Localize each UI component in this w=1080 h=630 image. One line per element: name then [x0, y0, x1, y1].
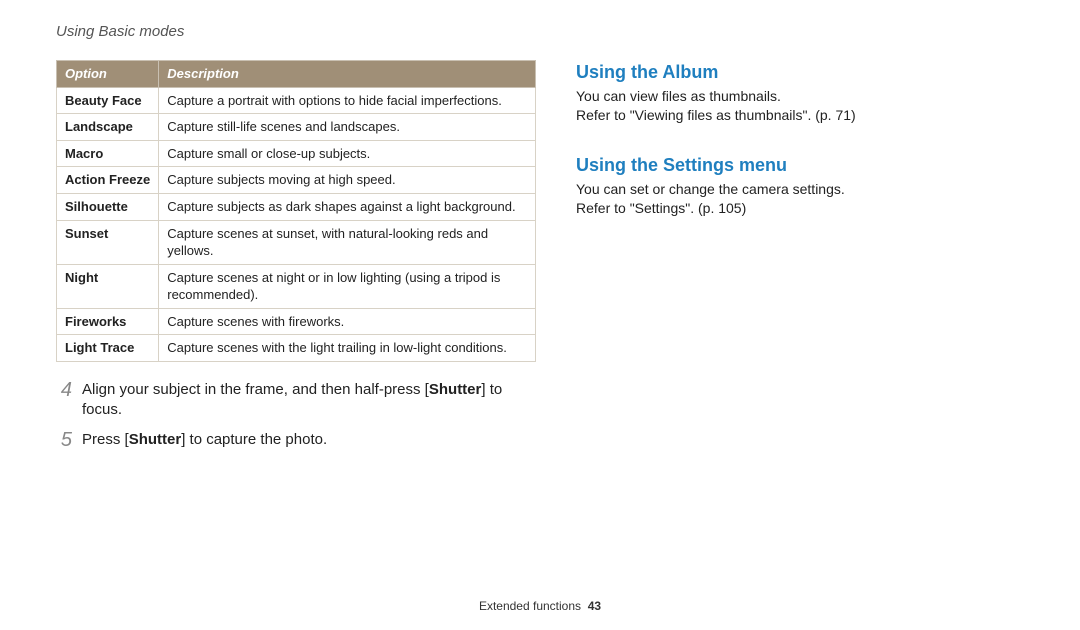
section: Using the Settings menu You can set or ch… — [576, 153, 1016, 218]
step: 5 Press [Shutter] to capture the photo. — [56, 430, 536, 450]
section-line: Refer to "Settings". (p. 105) — [576, 199, 1016, 218]
step-number: 4 — [56, 380, 72, 400]
option-name: Action Freeze — [57, 167, 159, 194]
table-row: Action FreezeCapture subjects moving at … — [57, 167, 536, 194]
step: 4 Align your subject in the frame, and th… — [56, 380, 536, 421]
option-description: Capture scenes with fireworks. — [159, 308, 536, 335]
table-row: LandscapeCapture still-life scenes and l… — [57, 114, 536, 141]
option-name: Light Trace — [57, 335, 159, 362]
breadcrumb: Using Basic modes — [56, 22, 536, 42]
page-number: 43 — [588, 599, 601, 613]
option-description: Capture subjects moving at high speed. — [159, 167, 536, 194]
section: Using the Album You can view files as thu… — [576, 60, 1016, 125]
section-line: You can view files as thumbnails. — [576, 87, 1016, 106]
section-heading: Using the Settings menu — [576, 153, 1016, 177]
table-row: NightCapture scenes at night or in low l… — [57, 264, 536, 308]
table-row: SilhouetteCapture subjects as dark shape… — [57, 193, 536, 220]
step-text: Align your subject in the frame, and the… — [82, 380, 536, 421]
options-table: Option Description Beauty FaceCapture a … — [56, 60, 536, 362]
option-name: Macro — [57, 140, 159, 167]
table-row: Beauty FaceCapture a portrait with optio… — [57, 87, 536, 114]
steps-list: 4 Align your subject in the frame, and th… — [56, 380, 536, 451]
option-description: Capture scenes with the light trailing i… — [159, 335, 536, 362]
left-column: Using Basic modes Option Description Bea… — [56, 22, 536, 461]
footer-label: Extended functions — [479, 599, 581, 613]
table-header-description: Description — [159, 61, 536, 88]
section-heading: Using the Album — [576, 60, 1016, 84]
option-description: Capture scenes at night or in low lighti… — [159, 264, 536, 308]
table-row: SunsetCapture scenes at sunset, with nat… — [57, 220, 536, 264]
section-line: You can set or change the camera setting… — [576, 180, 1016, 199]
step-text: Press [Shutter] to capture the photo. — [82, 430, 327, 450]
table-row: Light TraceCapture scenes with the light… — [57, 335, 536, 362]
option-name: Landscape — [57, 114, 159, 141]
table-row: MacroCapture small or close-up subjects. — [57, 140, 536, 167]
option-description: Capture still-life scenes and landscapes… — [159, 114, 536, 141]
option-description: Capture small or close-up subjects. — [159, 140, 536, 167]
option-description: Capture subjects as dark shapes against … — [159, 193, 536, 220]
step-number: 5 — [56, 430, 72, 450]
section-line: Refer to "Viewing files as thumbnails". … — [576, 106, 1016, 125]
option-description: Capture scenes at sunset, with natural-l… — [159, 220, 536, 264]
option-name: Night — [57, 264, 159, 308]
option-name: Sunset — [57, 220, 159, 264]
manual-page: Using Basic modes Option Description Bea… — [0, 0, 1080, 461]
option-name: Fireworks — [57, 308, 159, 335]
table-header-option: Option — [57, 61, 159, 88]
option-name: Beauty Face — [57, 87, 159, 114]
right-column: Using the Album You can view files as thu… — [576, 22, 1016, 461]
page-footer: Extended functions 43 — [0, 598, 1080, 614]
table-row: FireworksCapture scenes with fireworks. — [57, 308, 536, 335]
option-description: Capture a portrait with options to hide … — [159, 87, 536, 114]
option-name: Silhouette — [57, 193, 159, 220]
